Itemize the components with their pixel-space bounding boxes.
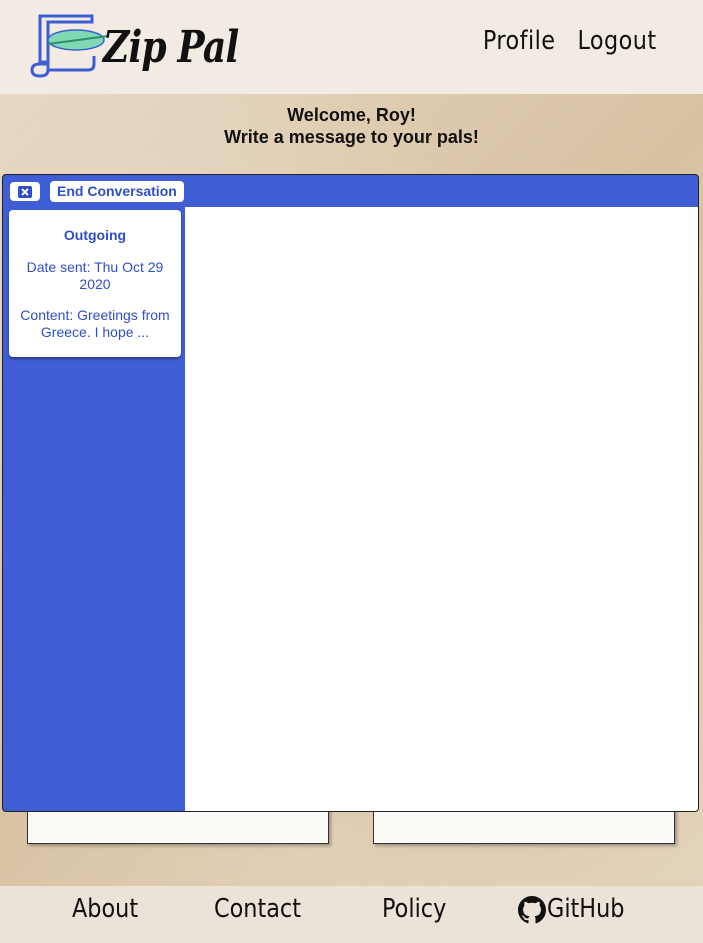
github-link[interactable]: GitHub xyxy=(547,894,624,924)
site-header: Zip Pal Profile Logout xyxy=(0,0,703,94)
site-footer: About Contact Policy GitHub xyxy=(0,886,703,943)
welcome-message: Welcome, Roy! Write a message to your pa… xyxy=(0,104,703,148)
message-preview: Content: Greetings from Greece. I hope .… xyxy=(20,307,170,340)
github-icon[interactable] xyxy=(518,896,546,924)
profile-link[interactable]: Profile xyxy=(483,26,556,56)
welcome-line: Welcome, Roy! xyxy=(287,105,416,125)
message-view-pane xyxy=(185,207,698,811)
about-link[interactable]: About xyxy=(72,894,138,924)
logo-text[interactable]: Zip Pal xyxy=(103,22,239,74)
message-date: Date sent: Thu Oct 29 2020 xyxy=(26,259,164,292)
message-card[interactable]: Outgoing Date sent: Thu Oct 29 2020 Cont… xyxy=(9,210,181,357)
policy-link[interactable]: Policy xyxy=(382,894,446,924)
scroll-feather-icon[interactable] xyxy=(30,12,110,78)
message-type: Outgoing xyxy=(63,227,127,243)
logout-link[interactable]: Logout xyxy=(577,26,656,56)
close-icon xyxy=(18,185,32,198)
prompt-line: Write a message to your pals! xyxy=(224,127,479,147)
top-nav: Profile Logout xyxy=(477,26,663,56)
contact-link[interactable]: Contact xyxy=(214,894,301,924)
conversation-modal: End Conversation Outgoing Date sent: Thu… xyxy=(2,174,699,812)
message-list: Outgoing Date sent: Thu Oct 29 2020 Cont… xyxy=(3,207,185,811)
close-button[interactable] xyxy=(10,182,40,201)
end-conversation-button[interactable]: End Conversation xyxy=(50,181,184,202)
